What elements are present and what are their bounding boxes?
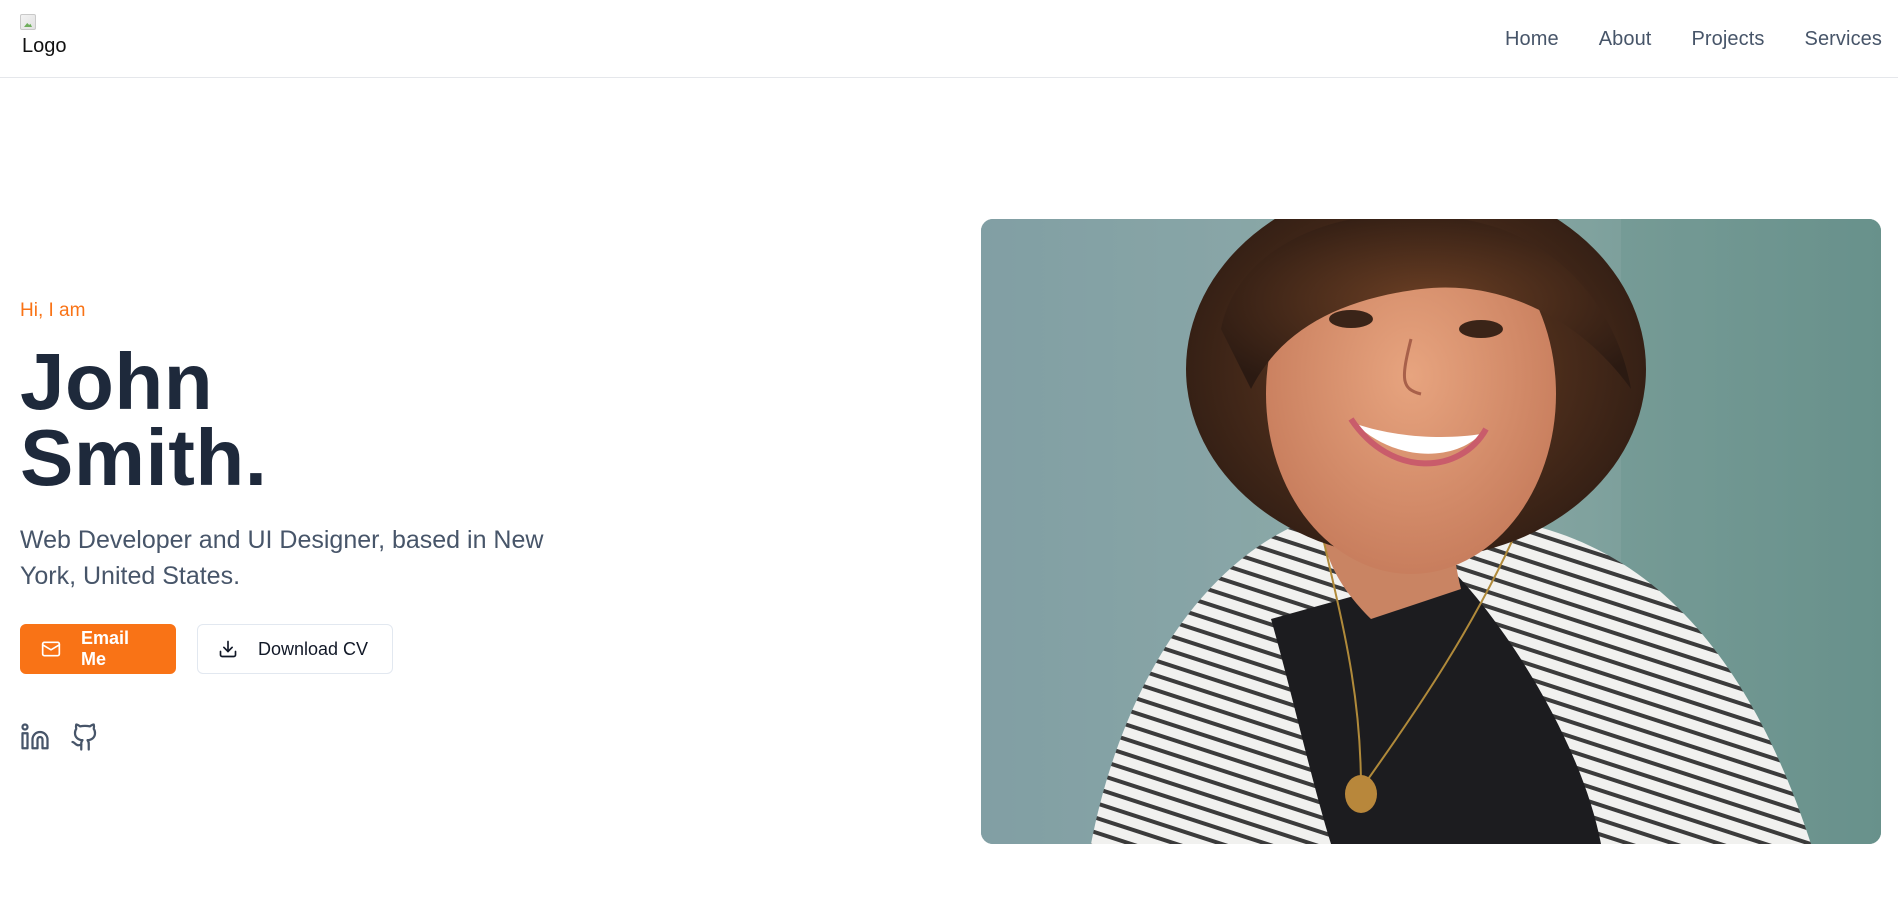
- hero-tagline: Web Developer and UI Designer, based in …: [20, 526, 544, 590]
- nav-projects-link[interactable]: Projects: [1691, 28, 1764, 51]
- github-icon[interactable]: [70, 722, 100, 752]
- email-me-label: Email Me: [81, 628, 130, 669]
- linkedin-icon[interactable]: [20, 722, 50, 752]
- hero-intro: Hi, I am John Smith. Web Developer and U…: [20, 296, 580, 752]
- email-me-button[interactable]: Email Me: [20, 624, 176, 674]
- logo-alt-text: Logo: [22, 35, 67, 57]
- hero-name-last: Smith.: [20, 413, 268, 502]
- mail-icon: [41, 641, 61, 657]
- download-icon: [219, 640, 237, 658]
- hero-name: John Smith.: [20, 342, 580, 498]
- social-links: [20, 722, 580, 752]
- hero-actions: Email Me Download CV: [20, 624, 580, 674]
- download-cv-label: Download CV: [258, 638, 369, 659]
- hero-portrait-photo: [981, 219, 1881, 844]
- nav-services-link[interactable]: Services: [1805, 28, 1883, 51]
- nav-about-link[interactable]: About: [1599, 28, 1652, 51]
- nav-home-link[interactable]: Home: [1505, 28, 1559, 51]
- download-cv-button[interactable]: Download CV: [197, 624, 393, 674]
- site-header: Logo Home About Projects Services: [0, 0, 1898, 78]
- logo[interactable]: Logo: [20, 14, 74, 60]
- main-nav: Home About Projects Services: [1505, 0, 1882, 78]
- broken-image-icon: [20, 14, 36, 30]
- hero-greeting: Hi, I am: [20, 300, 86, 321]
